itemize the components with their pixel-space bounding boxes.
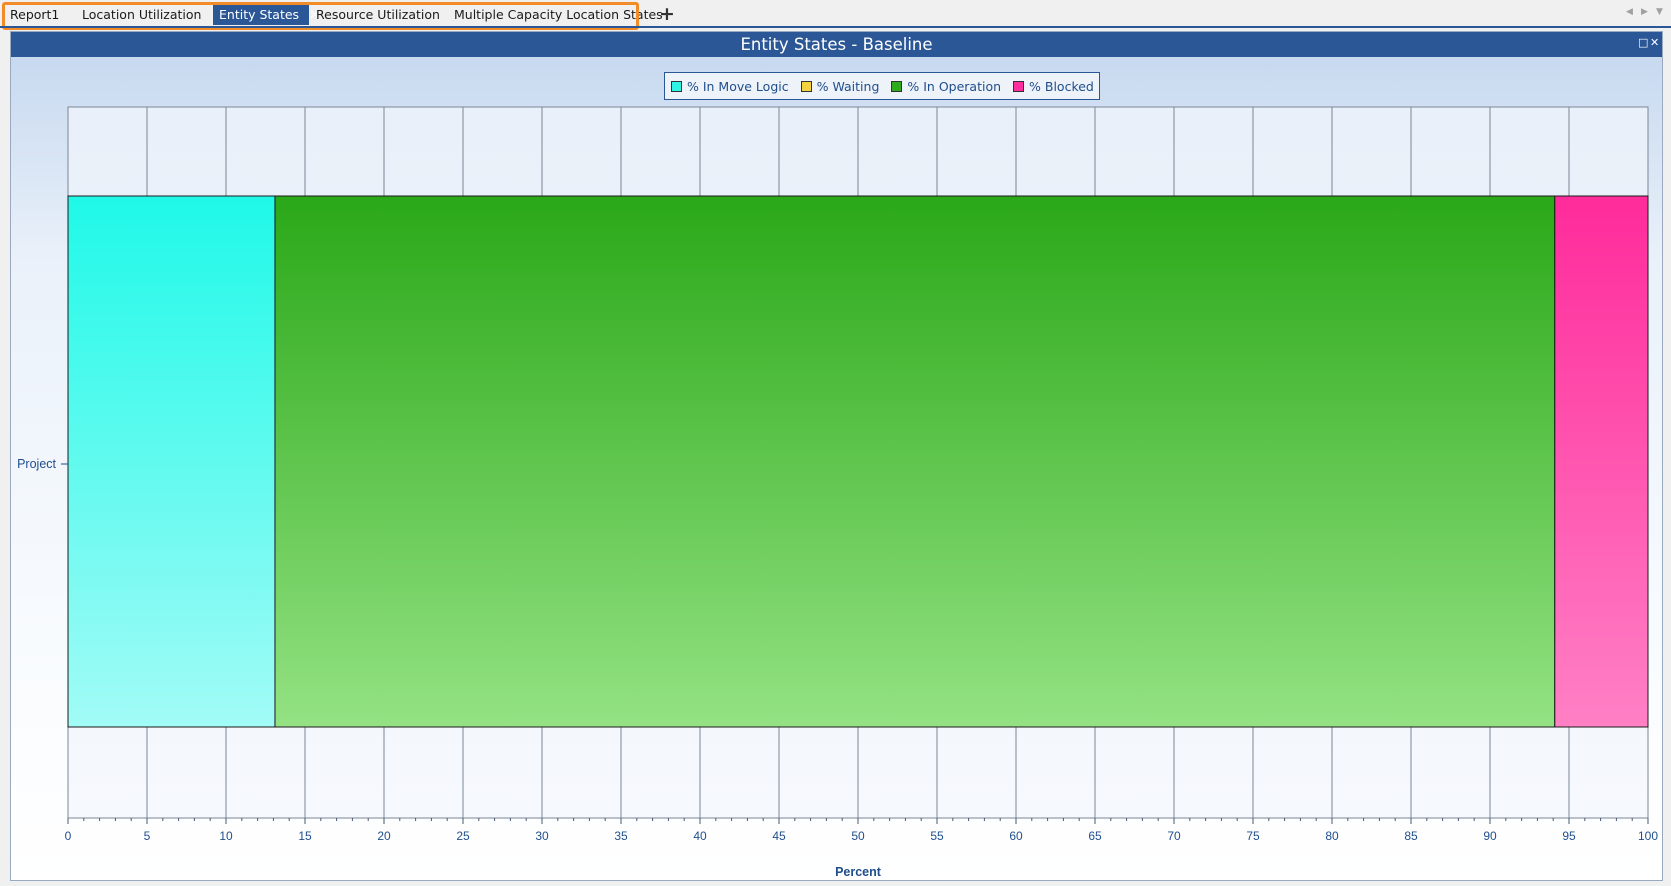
tab-strip-underline (0, 26, 1671, 28)
x-tick-label: 10 (219, 829, 233, 843)
x-tick-label: 80 (1325, 829, 1339, 843)
x-tick-label: 70 (1167, 829, 1181, 843)
x-tick-label: 95 (1562, 829, 1576, 843)
x-tick-label: 25 (456, 829, 470, 843)
bar-in-move-logic (67, 195, 276, 728)
tab-strip: Report1 Location Utilization Entity Stat… (0, 0, 1671, 30)
x-tick-label: 5 (144, 829, 151, 843)
x-tick-label: 30 (535, 829, 549, 843)
bar-chart: 0 5 10 15 20 25 30 35 40 45 50 55 60 65 70 75 80 85 90 95 10… (17, 106, 1658, 879)
x-axis: 0 5 10 15 20 25 30 35 40 45 50 55 60 65 70 75 80 85 90 95 10… (65, 818, 1658, 843)
x-tick-label: 60 (1009, 829, 1023, 843)
chart-window: Entity States - Baseline □ ✕ % In Move L… (10, 31, 1663, 881)
x-tick-label: 50 (851, 829, 865, 843)
x-tick-label: 75 (1246, 829, 1260, 843)
x-tick-label: 85 (1404, 829, 1418, 843)
x-tick-label: 0 (65, 829, 72, 843)
x-axis-label: Percent (835, 865, 882, 879)
bars (67, 195, 1649, 728)
bar-in-operation (274, 195, 1556, 728)
x-tick-label: 65 (1088, 829, 1102, 843)
x-tick-label: 15 (298, 829, 312, 843)
scroll-left-icon[interactable]: ◀ (1626, 7, 1633, 17)
scroll-right-icon[interactable]: ▶ (1641, 7, 1648, 17)
x-tick-label: 45 (772, 829, 786, 843)
x-tick-label: 35 (614, 829, 628, 843)
x-tick-label: 90 (1483, 829, 1497, 843)
x-tick-label: 55 (930, 829, 944, 843)
x-tick-label: 20 (377, 829, 391, 843)
bar-blocked (1554, 195, 1649, 728)
plus-icon[interactable]: + (659, 3, 675, 25)
x-tick-label: 40 (693, 829, 707, 843)
chevron-down-icon[interactable]: ▼ (1656, 7, 1663, 17)
x-tick-label: 100 (1638, 829, 1658, 843)
y-category-label: Project (17, 457, 56, 471)
